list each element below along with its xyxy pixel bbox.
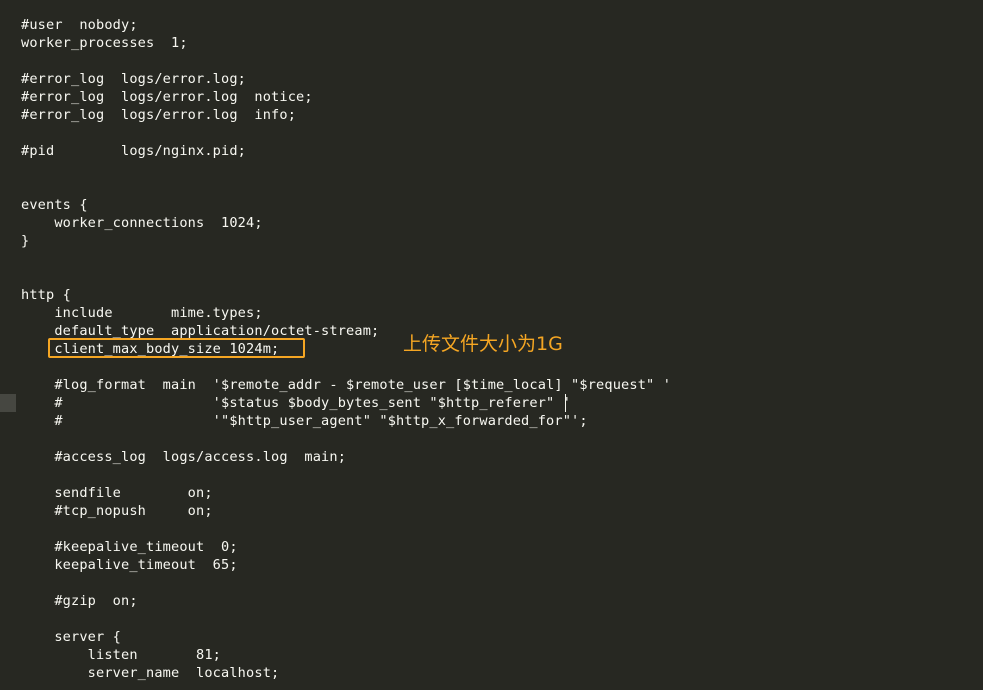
code-line[interactable] — [21, 358, 671, 376]
code-line[interactable]: worker_processes 1; — [21, 34, 671, 52]
code-line[interactable]: #access_log logs/access.log main; — [21, 448, 671, 466]
code-line[interactable]: #gzip on; — [21, 592, 671, 610]
code-line[interactable] — [21, 268, 671, 286]
current-line-gutter-marker — [0, 394, 16, 412]
code-line[interactable]: keepalive_timeout 65; — [21, 556, 671, 574]
code-line[interactable]: # '$status $body_bytes_sent "$http_refer… — [21, 394, 671, 412]
code-line[interactable] — [21, 52, 671, 70]
code-line[interactable]: # '"$http_user_agent" "$http_x_forwarded… — [21, 412, 671, 430]
code-line[interactable]: include mime.types; — [21, 304, 671, 322]
code-line[interactable] — [21, 160, 671, 178]
code-line[interactable]: #user nobody; — [21, 16, 671, 34]
code-line[interactable] — [21, 466, 671, 484]
code-line[interactable]: server_name localhost; — [21, 664, 671, 682]
code-line[interactable]: #error_log logs/error.log info; — [21, 106, 671, 124]
code-line[interactable]: sendfile on; — [21, 484, 671, 502]
code-line[interactable]: } — [21, 232, 671, 250]
code-line[interactable] — [21, 574, 671, 592]
text-cursor — [565, 394, 566, 412]
code-line[interactable]: #log_format main '$remote_addr - $remote… — [21, 376, 671, 394]
annotation-label: 上传文件大小为1G — [403, 333, 563, 355]
code-line[interactable] — [21, 520, 671, 538]
code-line[interactable]: events { — [21, 196, 671, 214]
code-line[interactable]: listen 81; — [21, 646, 671, 664]
code-line[interactable] — [21, 178, 671, 196]
code-line[interactable] — [21, 124, 671, 142]
code-line[interactable] — [21, 430, 671, 448]
code-line[interactable]: http { — [21, 286, 671, 304]
code-line[interactable] — [21, 610, 671, 628]
code-line[interactable]: #error_log logs/error.log notice; — [21, 88, 671, 106]
highlight-box — [48, 338, 305, 358]
code-line[interactable]: worker_connections 1024; — [21, 214, 671, 232]
code-line[interactable]: #pid logs/nginx.pid; — [21, 142, 671, 160]
code-line[interactable]: #error_log logs/error.log; — [21, 70, 671, 88]
code-line[interactable] — [21, 250, 671, 268]
code-line[interactable]: #keepalive_timeout 0; — [21, 538, 671, 556]
code-editor[interactable]: #user nobody; worker_processes 1; #error… — [0, 0, 983, 690]
code-line[interactable]: server { — [21, 628, 671, 646]
code-line[interactable]: #tcp_nopush on; — [21, 502, 671, 520]
